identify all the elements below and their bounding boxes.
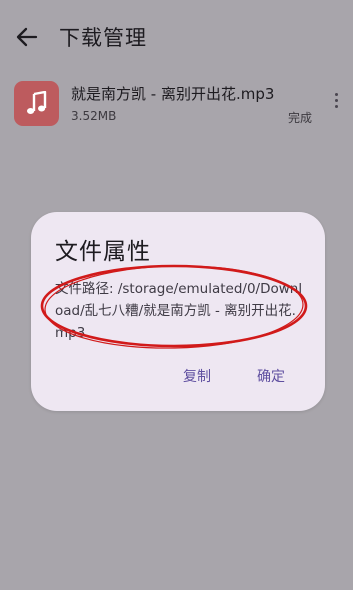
- dialog-title: 文件属性: [55, 239, 151, 265]
- file-size: 3.52MB: [71, 109, 117, 123]
- copy-button[interactable]: 复制: [183, 366, 211, 386]
- back-arrow-icon[interactable]: [14, 24, 40, 50]
- confirm-button[interactable]: 确定: [257, 366, 285, 386]
- more-vertical-icon[interactable]: [333, 93, 339, 113]
- download-list-item[interactable]: 就是南方凯 - 离别开出花.mp3 3.52MB 完成: [0, 78, 353, 134]
- download-status: 完成: [288, 111, 313, 125]
- file-properties-dialog: 文件属性 文件路径: /storage/emulated/0/Download/…: [31, 212, 325, 411]
- music-file-icon: [14, 81, 59, 126]
- page-title: 下载管理: [59, 26, 147, 50]
- app-bar: 下载管理: [0, 0, 353, 72]
- file-name: 就是南方凯 - 离别开出花.mp3: [71, 85, 275, 103]
- dialog-actions: 复制 确定: [183, 366, 285, 386]
- file-path-text: 文件路径: /storage/emulated/0/Download/乱七八糟/…: [55, 281, 303, 341]
